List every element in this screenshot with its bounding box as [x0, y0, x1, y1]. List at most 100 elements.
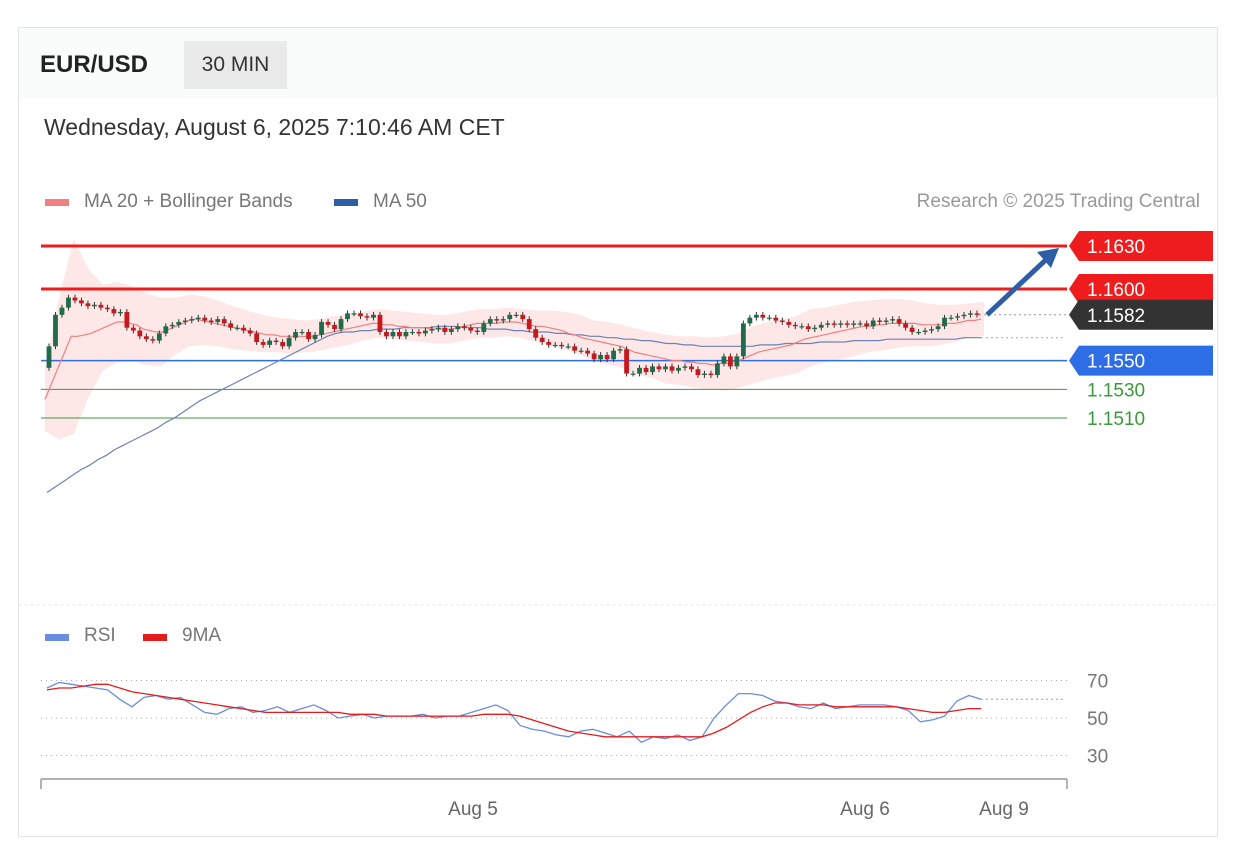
candle-body	[150, 339, 156, 341]
candle-body	[935, 326, 941, 330]
candle-body	[740, 323, 746, 357]
candle-body	[883, 320, 889, 322]
price-label-1-1530: 1.1530	[1087, 380, 1145, 401]
candle-body	[338, 319, 344, 330]
candle-body	[598, 354, 604, 360]
candle-body	[156, 333, 162, 341]
price-label-1-1630: 1.1630	[1087, 237, 1145, 258]
candle-body	[942, 317, 947, 327]
candle-body	[487, 319, 493, 324]
candle-body	[851, 323, 857, 325]
price-label-1-1550: 1.1550	[1087, 352, 1145, 373]
candle-body	[332, 324, 337, 330]
candle-body	[708, 373, 714, 375]
forecast-arrow-shaft	[985, 253, 1053, 317]
candle-body	[799, 326, 805, 328]
candle-body	[546, 342, 552, 345]
candle-body	[143, 336, 149, 340]
price-label-1-1600: 1.1600	[1087, 280, 1145, 301]
candle-body	[669, 366, 675, 371]
candle-body	[702, 373, 707, 375]
candle-body	[403, 332, 409, 337]
candle-body	[676, 367, 681, 371]
candle-body	[299, 332, 305, 334]
candle-body	[650, 366, 655, 373]
candle-body	[747, 317, 753, 324]
candle-body	[267, 340, 273, 345]
candle-body	[838, 323, 844, 325]
rsi-tick-label: 30	[1087, 747, 1108, 768]
candle-body	[410, 332, 415, 334]
candle-body	[163, 326, 169, 334]
candle-body	[948, 317, 954, 319]
candle-body	[961, 314, 967, 317]
candle-body	[85, 303, 91, 307]
candle-body	[727, 356, 733, 367]
candle-body	[53, 314, 58, 347]
candle-body	[565, 346, 571, 348]
candle-body	[637, 367, 642, 374]
candle-body	[604, 354, 610, 360]
candle-body	[364, 316, 370, 318]
candle-body	[202, 317, 208, 321]
candle-body	[974, 313, 980, 315]
candle-body	[630, 373, 636, 375]
candle-body	[870, 320, 876, 327]
candle-body	[552, 344, 558, 347]
candle-body	[916, 332, 921, 334]
candle-body	[682, 366, 688, 368]
candle-body	[909, 327, 915, 332]
candle-body	[617, 349, 623, 351]
rsi-tick-label: 50	[1087, 709, 1108, 730]
candle-body	[929, 329, 934, 331]
price-label-1-1582: 1.1582	[1087, 306, 1145, 327]
candle-body	[520, 314, 526, 320]
candle-body	[169, 324, 175, 327]
candle-body	[105, 307, 110, 310]
candle-body	[818, 324, 824, 328]
candle-body	[461, 326, 467, 328]
candle-body	[319, 321, 324, 335]
candle-body	[559, 344, 565, 347]
chart-svg: 1.1630 1.1600 1.1582 1.1550 1.1530 1.1510 70 50…	[19, 231, 1217, 820]
candle-body	[208, 320, 214, 322]
candle-body	[273, 340, 279, 343]
candle-body	[753, 314, 759, 318]
candle-body	[358, 313, 363, 317]
candle-body	[663, 366, 668, 370]
candle-body	[890, 319, 896, 321]
candle-body	[715, 363, 720, 375]
candle-body	[130, 327, 136, 331]
candle-body	[124, 311, 130, 328]
candle-body	[721, 356, 727, 364]
candle-body	[922, 330, 928, 332]
candle-body	[351, 313, 357, 315]
candle-body	[72, 297, 78, 301]
candle-body	[312, 334, 318, 340]
candle-body	[435, 327, 441, 330]
candle-body	[416, 332, 422, 334]
candle-body	[805, 326, 811, 330]
candle-body	[734, 356, 740, 367]
candle-body	[513, 314, 519, 316]
candle-body	[195, 317, 201, 320]
candle-body	[234, 327, 240, 329]
candle-body	[507, 314, 513, 320]
candle-body	[539, 337, 545, 343]
candle-body	[624, 349, 629, 374]
candle-body	[111, 309, 117, 314]
candle-body	[442, 327, 448, 332]
candle-body	[611, 350, 616, 360]
candle-body	[46, 346, 52, 368]
candle-body	[422, 330, 428, 334]
candle-body	[591, 353, 597, 360]
candle-body	[371, 314, 376, 318]
candle-body	[844, 323, 850, 325]
candle-body	[481, 323, 487, 332]
x-tick-label: Aug 6	[840, 799, 890, 820]
candle-body	[903, 323, 909, 328]
x-tick-label: Aug 5	[448, 799, 498, 820]
candle-body	[384, 332, 389, 337]
candle-body	[656, 366, 662, 370]
candle-body	[825, 323, 831, 325]
